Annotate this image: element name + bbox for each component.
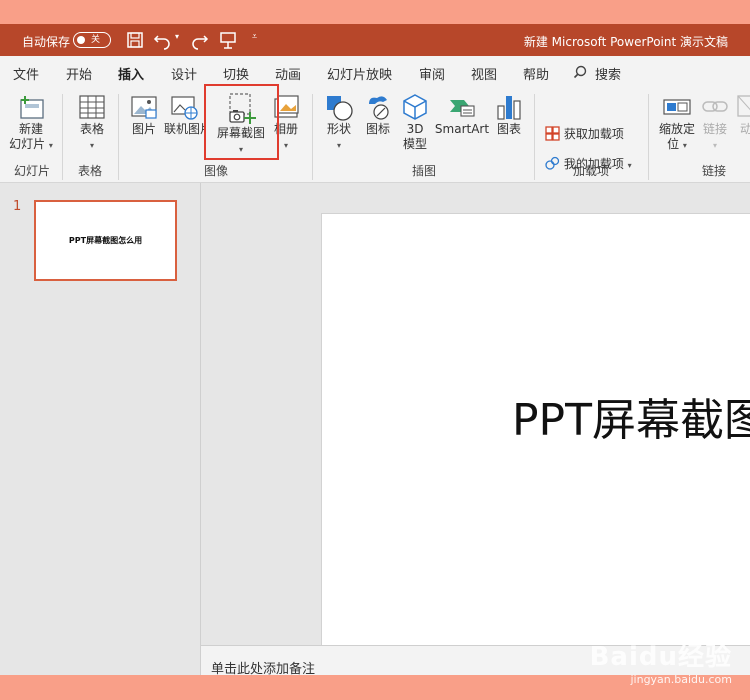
slide-canvas[interactable]: PPT屏幕截图怎么用 <box>321 213 750 670</box>
get-addins-label: 获取加载项 <box>563 127 624 141</box>
smartart-button[interactable]: SmartArt <box>434 92 490 137</box>
watermark-url: jingyan.baidu.com <box>630 673 732 686</box>
icons-button[interactable]: 图标 <box>360 92 396 137</box>
icons-icon <box>369 96 389 120</box>
tab-help[interactable]: 帮助 <box>523 64 549 83</box>
table-label: 表格 <box>79 122 104 136</box>
thumbnail-title: PPT屏幕截图怎么用 <box>68 236 143 245</box>
notes-placeholder: 单击此处添加备注 <box>211 662 316 675</box>
action-icon <box>737 95 750 117</box>
tab-design[interactable]: 设计 <box>171 64 197 83</box>
powerpoint-window: 自动保存 关 ▾ ⩡ 新建 Microsoft PowerPoint 演示文稿 … <box>0 24 750 675</box>
chart-button[interactable]: 图表 <box>492 92 526 137</box>
shapes-dropdown-icon: ▾ <box>336 141 341 150</box>
screenshot-highlight-box <box>204 84 279 160</box>
new-slide-button[interactable]: 新建 幻灯片 ▾ <box>8 92 54 153</box>
slide-editor-area: PPT屏幕截图怎么用 <box>201 183 750 670</box>
link-button[interactable]: 链接 ▾ <box>700 92 730 153</box>
group-label-illustrations: 插图 <box>412 164 437 178</box>
my-addins-dropdown-icon: ▾ <box>627 161 632 170</box>
photo-album-dropdown-icon: ▾ <box>283 141 288 150</box>
undo-dropdown-icon[interactable]: ▾ <box>175 32 179 52</box>
link-label: 链接 <box>702 122 727 136</box>
shapes-button[interactable]: 形状 ▾ <box>320 92 358 153</box>
search-icon[interactable] <box>573 65 587 79</box>
smartart-icon <box>450 100 475 117</box>
3d-model-icon <box>403 94 427 120</box>
tab-search[interactable]: 搜索 <box>595 64 621 83</box>
tab-transitions[interactable]: 切换 <box>223 64 249 83</box>
tab-review[interactable]: 审阅 <box>419 64 445 83</box>
group-separator <box>62 94 63 180</box>
group-separator <box>534 94 535 180</box>
action-button[interactable]: 动 <box>734 92 750 137</box>
chart-label: 图表 <box>496 122 521 136</box>
slide-number: 1 <box>13 199 22 214</box>
group-separator <box>648 94 649 180</box>
slide-thumbnail[interactable]: PPT屏幕截图怎么用 <box>34 200 177 281</box>
toggle-knob <box>77 36 85 44</box>
baidu-watermark: Baidu经验 jingyan.baidu.com <box>590 636 732 686</box>
store-icon <box>545 126 560 141</box>
group-label-images: 图像 <box>204 164 229 178</box>
slide-title-text[interactable]: PPT屏幕截图怎么用 <box>512 384 750 448</box>
customize-toolbar-icon[interactable]: ⩡ <box>252 32 257 52</box>
new-slide-icon <box>20 96 44 119</box>
present-from-start-icon[interactable] <box>218 30 238 50</box>
save-icon[interactable] <box>125 30 145 50</box>
group-separator <box>312 94 313 180</box>
online-picture-label: 联机图片 <box>164 122 204 136</box>
group-label-tables: 表格 <box>78 164 103 178</box>
new-slide-label: 新建 幻灯片 <box>9 122 46 151</box>
3d-models-button[interactable]: 3D 模型 <box>398 92 432 152</box>
picture-icon <box>131 96 157 119</box>
group-separator <box>118 94 119 180</box>
new-slide-dropdown-icon: ▾ <box>48 141 53 150</box>
redo-icon[interactable] <box>188 30 210 50</box>
tab-animations[interactable]: 动画 <box>275 64 301 83</box>
picture-label: 图片 <box>131 122 156 136</box>
zoom-button[interactable]: 缩放定 位 ▾ <box>654 92 700 153</box>
picture-button[interactable]: 图片 <box>126 92 162 137</box>
action-label: 动 <box>739 122 750 136</box>
title-bar: 自动保存 关 ▾ ⩡ 新建 Microsoft PowerPoint 演示文稿 <box>0 24 750 56</box>
icons-label: 图标 <box>365 122 390 136</box>
3d-models-label: 3D 模型 <box>402 122 427 151</box>
ribbon-tabs: 文件 开始 插入 设计 切换 动画 幻灯片放映 审阅 视图 帮助 搜索 <box>0 56 750 89</box>
link-icon <box>702 101 728 112</box>
table-icon <box>79 95 105 119</box>
autosave-toggle[interactable]: 关 <box>73 32 111 48</box>
chart-icon <box>497 96 521 120</box>
online-picture-icon <box>171 96 198 120</box>
ribbon: 新建 幻灯片 ▾ 表格 ▾ 图片 联机图 屏幕截图 ▾ 相册 ▾ 形状 ▾ 图标… <box>0 86 750 183</box>
autosave-state: 关 <box>91 35 101 45</box>
tab-insert[interactable]: 插入 <box>118 64 145 89</box>
tab-file[interactable]: 文件 <box>13 64 39 83</box>
slide-thumbnails-pane: 1 PPT屏幕截图怎么用 <box>0 183 201 675</box>
zoom-label: 缩放定 位 <box>658 122 695 151</box>
autosave-label: 自动保存 <box>22 35 71 49</box>
online-picture-button[interactable]: 联机图片 <box>164 92 204 137</box>
table-dropdown-icon: ▾ <box>89 141 94 150</box>
zoom-dropdown-icon: ▾ <box>682 141 687 150</box>
document-title: 新建 Microsoft PowerPoint 演示文稿 <box>523 35 728 49</box>
table-button[interactable]: 表格 ▾ <box>72 92 112 153</box>
group-label-addins: 加载项 <box>573 164 610 178</box>
get-addins-button[interactable]: 获取加载项 <box>545 126 624 142</box>
addin-icon <box>545 156 560 170</box>
smartart-label: SmartArt <box>434 122 490 136</box>
shapes-icon <box>327 96 353 121</box>
tab-view[interactable]: 视图 <box>471 64 497 83</box>
undo-icon[interactable] <box>152 30 174 50</box>
tab-slideshow[interactable]: 幻灯片放映 <box>327 64 392 83</box>
link-dropdown-icon: ▾ <box>712 141 717 150</box>
zoom-icon <box>663 99 691 115</box>
tab-home[interactable]: 开始 <box>66 64 92 83</box>
watermark-logo: Baidu经验 <box>589 642 732 672</box>
shapes-label: 形状 <box>326 122 351 136</box>
group-label-slides: 幻灯片 <box>14 164 51 178</box>
group-label-links: 链接 <box>702 164 727 178</box>
